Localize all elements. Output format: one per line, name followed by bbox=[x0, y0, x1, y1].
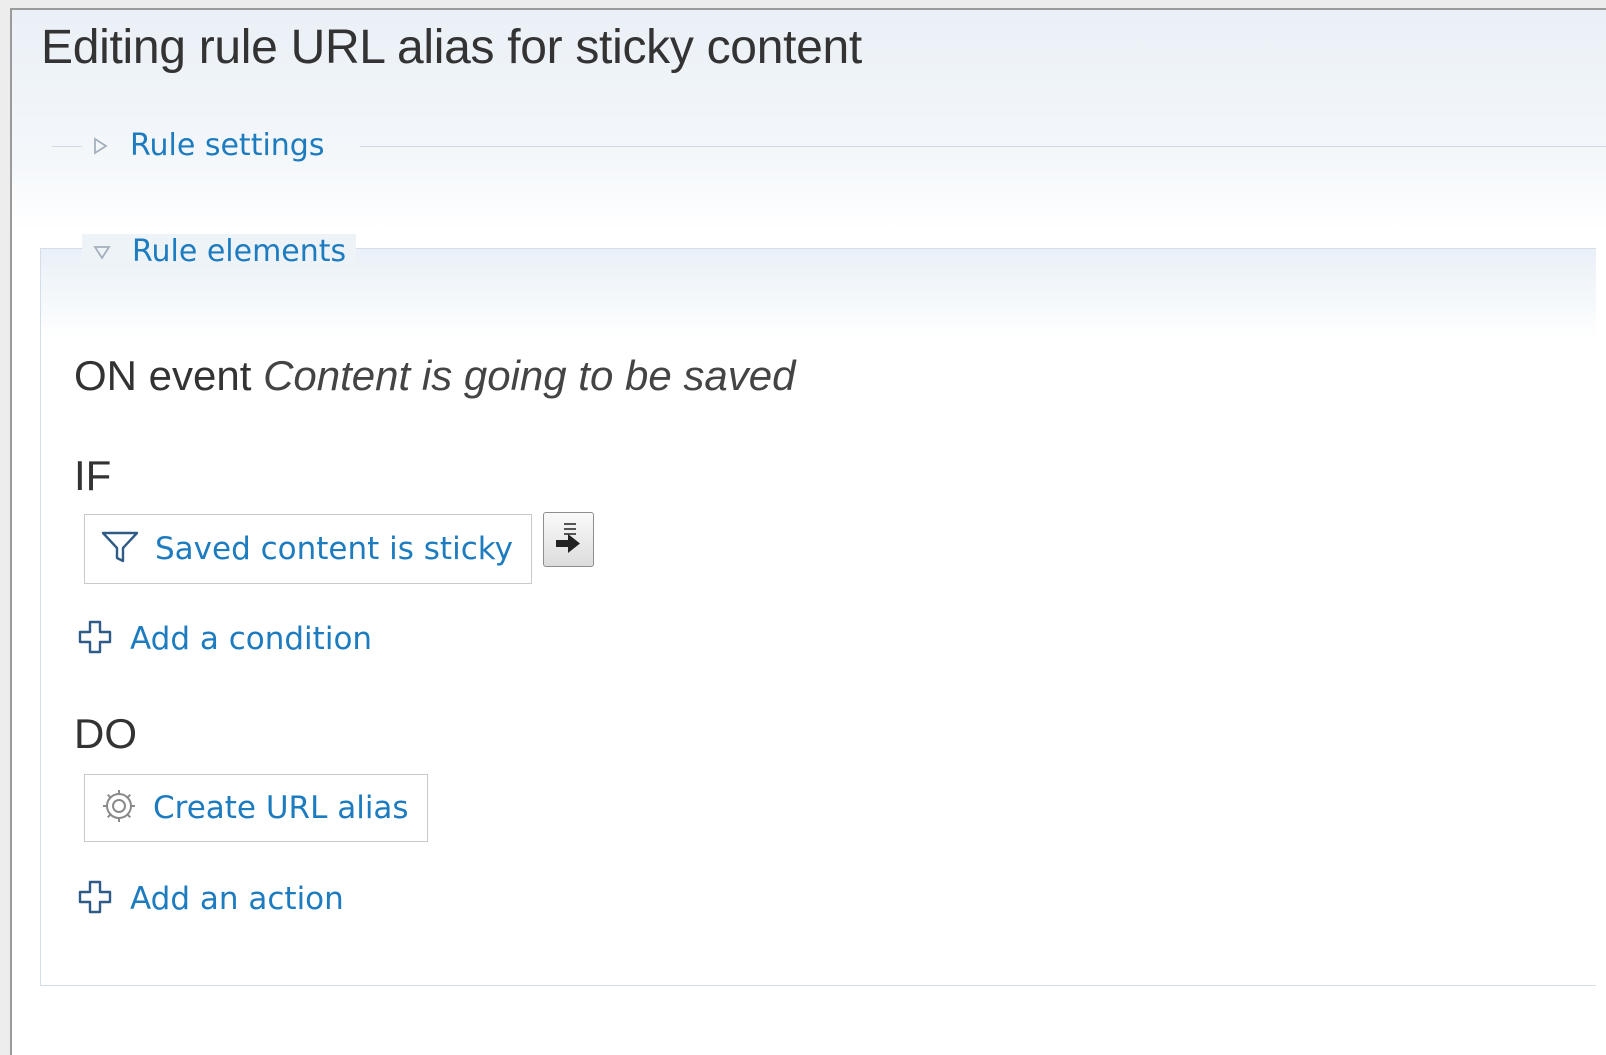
rule-settings-toggle[interactable]: Rule settings bbox=[80, 128, 334, 163]
action-item[interactable]: Create URL alias bbox=[84, 774, 428, 842]
do-heading: DO bbox=[74, 710, 137, 757]
action-label[interactable]: Create URL alias bbox=[153, 790, 409, 826]
rule-settings-divider bbox=[52, 146, 82, 147]
add-condition-link[interactable]: Add a condition bbox=[78, 620, 372, 658]
triangle-right-icon bbox=[80, 136, 120, 156]
condition-item[interactable]: Saved content is sticky bbox=[84, 514, 532, 584]
add-action-link[interactable]: Add an action bbox=[78, 880, 344, 918]
rule-elements-label[interactable]: Rule elements bbox=[122, 234, 356, 269]
add-action-label[interactable]: Add an action bbox=[130, 881, 344, 917]
gear-icon bbox=[101, 788, 137, 828]
rule-elements-toggle[interactable]: Rule elements bbox=[82, 234, 357, 269]
event-name: Content is going to be saved bbox=[263, 352, 796, 399]
filter-icon bbox=[101, 530, 139, 568]
rule-settings-divider-right bbox=[360, 146, 1606, 147]
if-heading: IF bbox=[74, 452, 112, 499]
rule-settings-label[interactable]: Rule settings bbox=[120, 128, 334, 163]
arrow-right-icon bbox=[552, 518, 586, 562]
plus-icon bbox=[78, 880, 112, 918]
condition-label[interactable]: Saved content is sticky bbox=[155, 531, 513, 567]
add-condition-label[interactable]: Add a condition bbox=[130, 621, 372, 657]
page-title: Editing rule URL alias for sticky conten… bbox=[41, 21, 862, 74]
event-line: ON event Content is going to be saved bbox=[74, 352, 795, 400]
triangle-down-icon bbox=[82, 242, 122, 262]
event-prefix: ON event bbox=[74, 352, 252, 399]
plus-icon bbox=[78, 620, 112, 658]
switch-to-or-button[interactable] bbox=[543, 512, 594, 567]
